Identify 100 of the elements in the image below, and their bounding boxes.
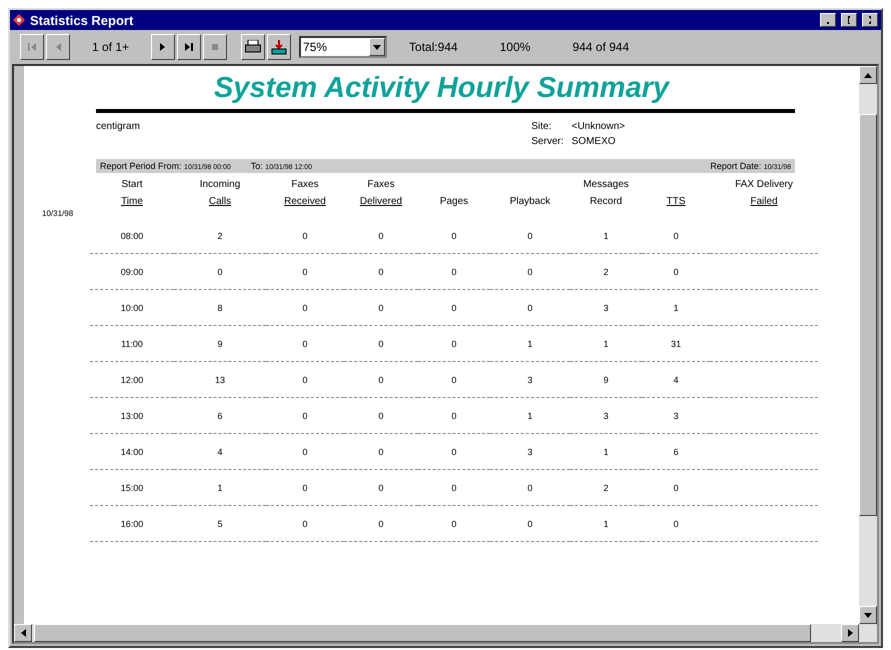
period-label: Report Period From: xyxy=(100,161,182,171)
table-cell: 0 xyxy=(378,338,384,348)
first-page-icon xyxy=(27,42,37,52)
table-cell: 15:00 xyxy=(120,482,144,492)
table-cell: 08:00 xyxy=(120,230,144,240)
column-header: Failed xyxy=(750,196,778,207)
caret-icon xyxy=(373,44,382,50)
table-cell: 3 xyxy=(527,374,532,384)
scroll-right-button[interactable] xyxy=(841,624,859,642)
scroll-left-button[interactable] xyxy=(14,624,32,642)
table-cell: 0 xyxy=(527,482,532,492)
server-value: SOMEXO xyxy=(572,136,617,149)
table-cell: 0 xyxy=(302,266,308,276)
table-cell: 10:00 xyxy=(120,302,144,312)
column-header: Playback xyxy=(510,196,550,207)
table-cell: 16:00 xyxy=(120,518,144,528)
table-cell: 6 xyxy=(673,446,678,456)
table-cell: 2 xyxy=(603,266,608,276)
table-cell: 0 xyxy=(378,410,384,420)
table-cell: 0 xyxy=(673,482,678,492)
scroll-down-button[interactable] xyxy=(859,606,877,624)
table-cell: 0 xyxy=(302,338,308,348)
print-button[interactable] xyxy=(241,34,266,60)
column-header: Calls xyxy=(208,196,232,207)
table-cell: 4 xyxy=(673,374,678,384)
table-cell: 1 xyxy=(217,482,222,492)
table-cell: 0 xyxy=(451,482,456,492)
company-name: centigram xyxy=(96,121,140,134)
table-cell: 0 xyxy=(451,446,456,456)
site-label: Site: xyxy=(531,121,552,134)
last-page-icon xyxy=(184,42,194,52)
first-page-button[interactable] xyxy=(20,34,44,60)
scroll-up-button[interactable] xyxy=(859,66,877,84)
table-cell: 1 xyxy=(603,230,608,240)
table-cell: 0 xyxy=(527,302,532,312)
stop-icon xyxy=(210,42,220,52)
table-cell: 0 xyxy=(217,266,222,276)
up-arrow-icon xyxy=(864,72,872,78)
table-cell: 0 xyxy=(451,266,456,276)
table-cell: 8 xyxy=(217,302,222,312)
messages-group-label: Messages xyxy=(583,179,629,190)
percent-label: 100% xyxy=(498,40,532,54)
table-cell: 11:00 xyxy=(121,338,143,348)
table-cell: 0 xyxy=(673,230,678,240)
column-header: Faxes xyxy=(291,179,319,190)
record-count: 944 of 944 xyxy=(571,40,630,54)
export-icon xyxy=(271,39,288,55)
table-cell: 0 xyxy=(302,410,308,420)
to-label: To: xyxy=(250,161,263,171)
table-cell: 0 xyxy=(673,266,678,276)
table-cell: 0 xyxy=(378,482,384,492)
table-cell: 0 xyxy=(527,266,532,276)
column-header: Time xyxy=(121,196,143,207)
column-header: TTS xyxy=(666,196,686,207)
column-header: Faxes xyxy=(367,179,395,190)
maximize-button[interactable] xyxy=(841,13,857,27)
export-button[interactable] xyxy=(267,34,292,60)
column-header: Received xyxy=(284,196,326,207)
table-cell: 0 xyxy=(378,230,384,240)
close-button[interactable] xyxy=(862,13,878,27)
table-cell: 0 xyxy=(302,518,308,528)
table-cell: 2 xyxy=(217,230,222,240)
left-arrow-icon xyxy=(20,629,26,637)
table-cell: 3 xyxy=(603,410,608,420)
zoom-dropdown[interactable]: 75% xyxy=(299,36,388,58)
table-cell: 0 xyxy=(451,374,456,384)
column-header: FAX Delivery xyxy=(735,179,793,190)
site-value: <Unknown> xyxy=(572,121,625,134)
table-cell: 0 xyxy=(527,230,532,240)
table-cell: 9 xyxy=(603,374,608,384)
table-cell: 1 xyxy=(673,302,678,312)
table-cell: 13:00 xyxy=(120,410,144,420)
column-header: Delivered xyxy=(360,196,402,207)
printer-icon xyxy=(245,40,262,54)
table-cell: 0 xyxy=(378,374,384,384)
table-cell: 2 xyxy=(603,482,608,492)
table-cell: 0 xyxy=(451,338,456,348)
table-cell: 3 xyxy=(527,446,532,456)
table-cell: 4 xyxy=(217,446,222,456)
table-cell: 1 xyxy=(603,338,608,348)
right-arrow-icon xyxy=(848,629,852,637)
table-cell: 5 xyxy=(217,518,222,528)
table-cell: 0 xyxy=(378,266,384,276)
table-cell: 14:00 xyxy=(120,446,144,456)
next-page-button[interactable] xyxy=(151,34,176,60)
table-cell: 0 xyxy=(302,302,308,312)
stop-button[interactable] xyxy=(203,34,228,60)
previous-page-button[interactable] xyxy=(46,34,70,60)
table-cell: 0 xyxy=(378,302,384,312)
table-cell: 1 xyxy=(603,446,608,456)
report-date-label: Report Date: xyxy=(710,161,762,171)
last-page-button[interactable] xyxy=(177,34,202,60)
table-cell: 0 xyxy=(378,518,384,528)
report-title: System Activity Hourly Summary xyxy=(212,72,671,106)
column-header: Start xyxy=(121,179,143,190)
window-title: Statistics Report xyxy=(30,12,134,28)
table-cell: 0 xyxy=(302,374,308,384)
table-cell: 0 xyxy=(527,518,532,528)
table-cell: 0 xyxy=(302,230,308,240)
minimize-button[interactable] xyxy=(820,13,836,27)
